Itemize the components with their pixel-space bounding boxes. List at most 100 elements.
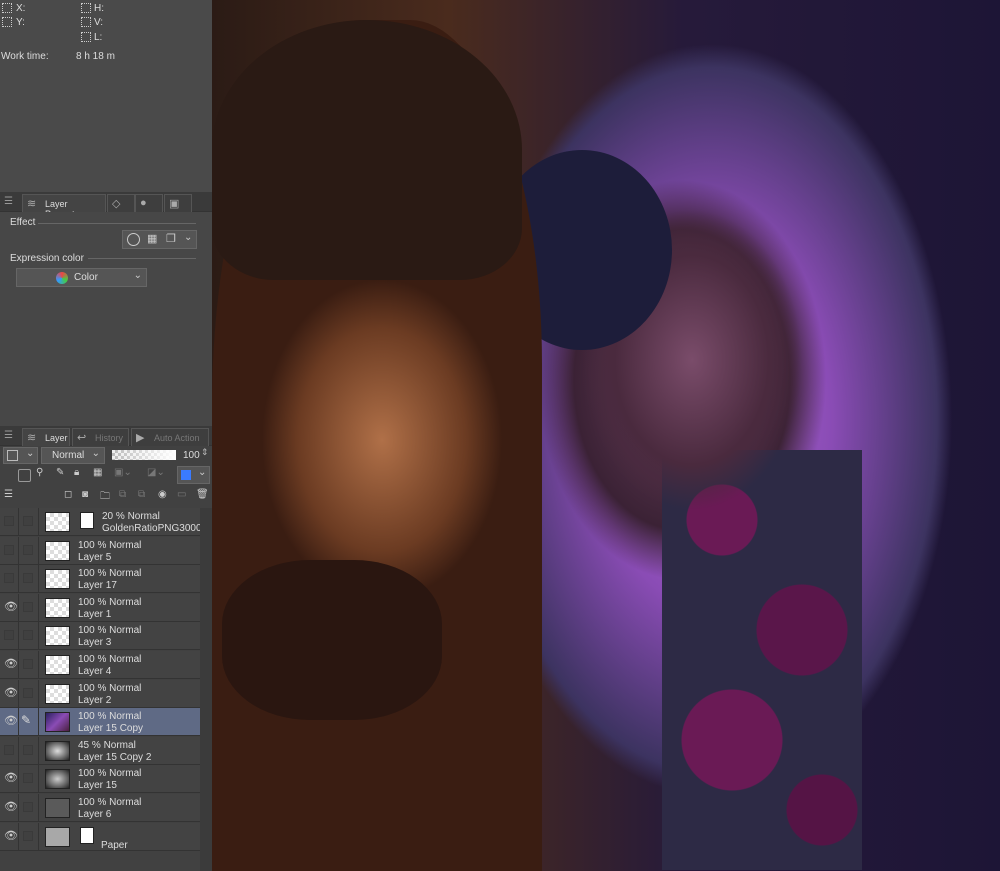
eye-icon[interactable]: 👁︎ [4,687,18,698]
property-tabbar: ☰ ≋ Layer Property ◇ ● ▣ [0,192,212,219]
work-time-label: Work time: [1,51,49,62]
divider [18,822,19,851]
tab-history[interactable]: ↩ History [72,428,129,446]
layer-row[interactable]: 100 % Normal Layer 5 [0,536,200,565]
layer-row[interactable]: 👁︎ 100 % Normal Layer 4 [0,651,200,679]
visibility-toggle[interactable] [4,573,14,584]
layer-color-swatch [7,450,18,461]
menu-icon[interactable]: ☰ [4,430,13,441]
menu-icon[interactable]: ☰ [4,196,13,207]
lock-toggle[interactable] [23,773,33,784]
tab-navigator[interactable]: ▣ [164,194,192,212]
layer-row[interactable]: 👁︎ ✎ 100 % Normal Layer 15 Copy [0,708,200,737]
layer-opacity-mode: 100 % Normal [78,682,142,694]
layer-color-select[interactable]: ⌄ [3,447,38,464]
expression-color-select[interactable]: Color ⌄ [16,268,147,287]
man-hair [212,20,522,280]
border-effect-icon[interactable] [127,233,140,246]
layer-thumbnail [45,626,70,647]
eye-icon[interactable]: 👁︎ [4,830,18,841]
layer-row[interactable]: 👁︎ 100 % Normal Layer 15 [0,765,200,794]
layer-thumbnail [45,826,70,847]
layer-name: Layer 1 [78,608,112,620]
chevron-down-icon[interactable]: ⌄ [184,232,192,243]
eye-icon[interactable]: 👁︎ [4,601,18,612]
divider [18,651,19,679]
opacity-slider[interactable] [112,450,176,460]
history-icon: ↩ [77,432,87,444]
layer-row[interactable]: 👁︎ 100 % Normal Layer 1 [0,593,200,622]
color-icon: ● [140,197,147,209]
lock-transparency-icon[interactable]: ▦ [93,467,102,478]
ruler-enable-icon[interactable]: ◪⌄ [147,467,165,478]
lock-toggle[interactable] [23,687,33,698]
lock-toggle[interactable] [23,744,33,755]
lock-toggle[interactable] [23,544,33,555]
new-folder-icon[interactable]: 🗀︎ [100,489,110,506]
divider [38,794,39,822]
effect-label: Effect [10,217,36,228]
clip-icon[interactable] [18,469,31,482]
opacity-stepper-icon[interactable]: ⇕ [201,447,209,458]
navigator-icon: ▣ [169,198,180,210]
blend-mode-select[interactable]: Normal ⌄ [41,447,105,464]
tab-sub-tool-detail[interactable]: ◇ [107,194,135,212]
reference-layer-icon[interactable]: ⚲ [36,467,43,478]
chevron-down-icon: ⌄ [133,270,142,281]
chevron-down-icon: ⌄ [91,448,100,459]
mask-enable-icon[interactable]: ▣⌄ [114,467,132,478]
eye-icon[interactable]: 👁︎ [4,659,18,670]
layer-row[interactable]: 20 % Normal GoldenRatioPNG3000 [0,508,202,536]
tab-layer[interactable]: ≋ Layer [22,428,70,446]
eye-icon[interactable]: 👁︎ [4,773,18,784]
layer-color-icon[interactable]: ❐ [166,232,176,245]
info-panel: X: Y: H: V: L: Work time: 8 h 18 m [0,0,212,192]
tab-color[interactable]: ● [135,194,163,212]
lock-icon[interactable]: 🔒︎ [74,467,79,478]
lock-toggle[interactable] [23,659,33,669]
chevron-down-icon: ⌄ [198,467,207,478]
tone-icon[interactable]: ▦ [147,232,157,245]
layer-row[interactable]: 100 % Normal Layer 3 [0,622,200,651]
layer-row[interactable]: 45 % Normal Layer 15 Copy 2 [0,736,200,765]
new-vector-layer-icon[interactable]: ◙ [82,489,88,500]
layer-thumbnail [45,683,70,704]
layer-opacity-mode: 100 % Normal [78,797,142,808]
layer-opacity-mode: 100 % Normal [78,568,142,580]
layer-row[interactable]: 100 % Normal Layer 17 [0,565,200,594]
layer-row[interactable]: 👁︎ 100 % Normal Layer 6 [0,794,200,822]
transfer-lower-icon[interactable]: ⧉ [119,489,126,500]
visibility-toggle[interactable] [4,630,14,641]
create-mask-icon[interactable]: ◉ [158,489,167,500]
canvas-artwork[interactable] [212,0,1000,871]
visibility-toggle[interactable] [4,544,14,555]
visibility-toggle[interactable] [4,744,14,755]
palette-color-select[interactable]: ⌄ [177,466,210,484]
divider [18,708,19,737]
visibility-toggle[interactable] [4,516,14,526]
lock-toggle[interactable] [23,630,33,641]
eye-icon[interactable]: 👁︎ [4,716,18,727]
draft-layer-icon[interactable]: ✎ [56,467,64,478]
lock-toggle[interactable] [23,573,33,584]
opacity-value[interactable]: 100 [183,450,200,461]
layer-name: Layer 5 [78,551,112,563]
layer-row[interactable]: 👁︎ Paper [0,822,200,851]
layer-name: Layer 15 Copy [78,723,144,735]
layer-name: Layer 15 Copy 2 [78,751,152,763]
tab-auto-action[interactable]: ▶ Auto Action [131,428,209,446]
lock-toggle[interactable] [23,830,33,841]
combine-lower-icon[interactable]: ⧉ [138,489,145,500]
lock-toggle[interactable] [23,516,33,526]
layer-list-scrollbar[interactable] [200,508,212,871]
eye-icon[interactable]: 👁︎ [4,802,18,813]
layer-list-toggle-icon[interactable]: ☰ [4,489,13,500]
layer-name: Layer 3 [78,637,112,649]
layer-row[interactable]: 👁︎ 100 % Normal Layer 2 [0,679,200,708]
tab-layer-property[interactable]: ≋ Layer Property [22,194,106,219]
apply-mask-icon[interactable]: ▭ [177,489,186,500]
lock-toggle[interactable] [23,802,33,812]
new-raster-layer-icon[interactable]: ◻ [64,489,72,500]
lock-toggle[interactable] [23,601,33,612]
delete-layer-icon[interactable]: 🗑︎ [196,489,209,500]
